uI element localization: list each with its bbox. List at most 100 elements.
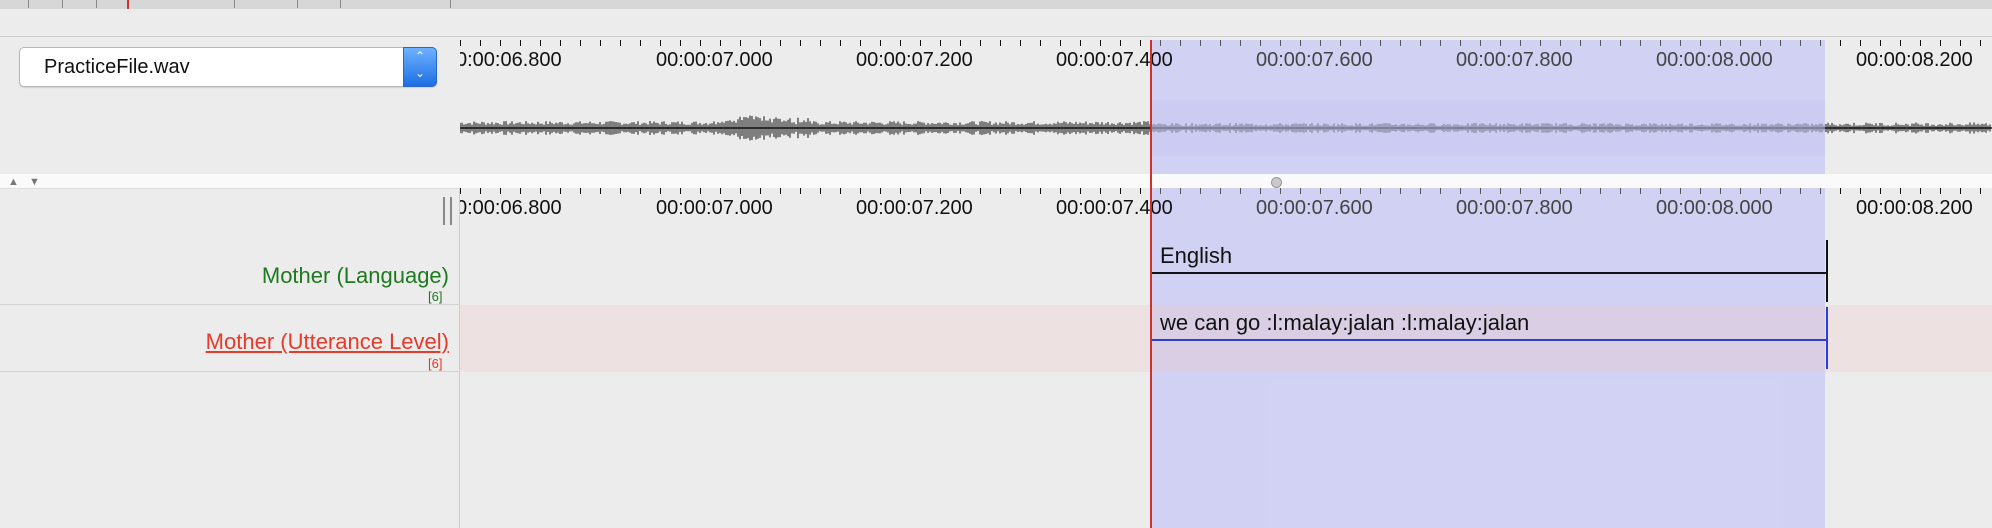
ruler-tick: [820, 40, 821, 46]
strip-separator: [340, 0, 341, 8]
ruler-tick: [840, 40, 841, 46]
ruler-tick: [1320, 40, 1321, 46]
ruler-tick: [660, 188, 661, 194]
ruler-tick-label: 00:00:07.000: [656, 197, 773, 219]
ruler-tick: [1580, 188, 1581, 194]
ruler-tick: [1960, 188, 1961, 194]
collapse-up-icon[interactable]: ▲: [8, 176, 19, 188]
ruler-tick: [1340, 40, 1341, 46]
annotation-language[interactable]: English: [1150, 240, 1828, 302]
ruler-tick: [700, 40, 701, 46]
ruler-tick: [1080, 188, 1081, 194]
ruler-tick: [580, 40, 581, 46]
strip-separator: [450, 0, 451, 8]
ruler-tick: [1860, 188, 1861, 194]
expand-down-icon[interactable]: ▼: [29, 176, 40, 188]
annotation-utterance[interactable]: we can go :l:malay:jalan :l:malay:jalan: [1150, 307, 1828, 369]
tier-label-language[interactable]: Mother (Language): [262, 263, 449, 289]
ruler-tick-label: 00:00:08.200: [1856, 197, 1973, 219]
ruler-tick: [1480, 188, 1481, 194]
ruler-tick: [1680, 40, 1681, 46]
ruler-tick: [1780, 188, 1781, 194]
tier-count-utterance: [6]: [428, 356, 443, 371]
strip-separator: [96, 0, 97, 8]
annotation-language-text: English: [1160, 243, 1233, 268]
ruler-tick: [1800, 188, 1801, 194]
ruler-tick: [580, 188, 581, 194]
ruler-tick: [880, 188, 881, 194]
ruler-tick: [1280, 188, 1281, 194]
annotation-end-boundary[interactable]: [1826, 240, 1828, 302]
timeline-ruler-top[interactable]: 0:00:06.800 00:00:07.000 00:00:07.200 00:00…: [460, 40, 1992, 80]
ruler-tick: [1760, 40, 1761, 46]
ruler-tick: [1240, 188, 1241, 194]
ruler-tick: [1940, 40, 1941, 46]
ruler-tick: [920, 188, 921, 194]
select-stepper-icon[interactable]: ⌃ ⌄: [403, 47, 437, 87]
ruler-tick: [1520, 40, 1521, 46]
strip-separator: [297, 0, 298, 8]
column-resize-handle[interactable]: [443, 197, 452, 225]
ruler-tick: [1140, 188, 1141, 194]
ruler-tick: [780, 40, 781, 46]
ruler-tick: [1160, 188, 1161, 194]
ruler-tick: [700, 188, 701, 194]
ruler-tick: [1660, 188, 1661, 194]
ruler-tick: [500, 40, 501, 46]
ruler-tick-label: 00:00:07.000: [656, 49, 773, 71]
ruler-tick: [1820, 40, 1821, 46]
ruler-tick: [1420, 40, 1421, 46]
ruler-tick: [1400, 188, 1401, 194]
media-file-select[interactable]: PracticeFile.wav ⌃ ⌄: [19, 47, 437, 87]
ruler-tick: [1620, 40, 1621, 46]
ruler-tick: [1880, 188, 1881, 194]
ruler-tick: [1200, 40, 1201, 46]
ruler-tick: [980, 188, 981, 194]
annotation-end-boundary[interactable]: [1826, 307, 1828, 369]
playback-cursor[interactable]: [1150, 40, 1152, 528]
ruler-tick: [940, 188, 941, 194]
ruler-tick-label: 00:00:07.600: [1256, 197, 1373, 219]
ruler-tick: [1840, 188, 1841, 194]
tier-separator: [0, 371, 460, 372]
ruler-tick: [480, 188, 481, 194]
ruler-tick: [1500, 188, 1501, 194]
ruler-tick: [1580, 40, 1581, 46]
ruler-tick-label: 00:00:07.200: [856, 49, 973, 71]
ruler-tick: [1040, 40, 1041, 46]
tier-label-utterance[interactable]: Mother (Utterance Level): [206, 329, 449, 355]
ruler-tick-label: 00:00:07.400: [1056, 49, 1173, 71]
annotation-underline: [1150, 272, 1828, 274]
ruler-tick: [980, 40, 981, 46]
ruler-tick: [720, 40, 721, 46]
strip-separator: [62, 0, 63, 8]
ruler-tick: [1840, 40, 1841, 46]
ruler-tick: [1020, 40, 1021, 46]
ruler-tick-label: 00:00:08.000: [1656, 197, 1773, 219]
ruler-tick: [860, 188, 861, 194]
ruler-tick: [1720, 40, 1721, 46]
ruler-tick: [540, 40, 541, 46]
ruler-tick: [1540, 40, 1541, 46]
ruler-tick: [1120, 40, 1121, 46]
timeline-ruler-bottom[interactable]: 0:00:06.800 00:00:07.000 00:00:07.200 00:00…: [460, 188, 1992, 228]
ruler-tick: [860, 40, 861, 46]
ruler-tick: [800, 40, 801, 46]
splitter-handle-icon[interactable]: [1271, 177, 1282, 188]
ruler-tick: [620, 188, 621, 194]
panel-divider[interactable]: [0, 174, 460, 189]
ruler-tick: [640, 188, 641, 194]
ruler-tick: [1360, 40, 1361, 46]
waveform-selection-overlay: [1150, 100, 1825, 156]
ruler-tick: [560, 40, 561, 46]
ruler-tick: [1260, 188, 1261, 194]
ruler-tick: [460, 188, 461, 194]
ruler-tick: [1700, 188, 1701, 194]
ruler-tick: [500, 188, 501, 194]
ruler-tick: [1020, 188, 1021, 194]
ruler-tick-label: 00:00:07.200: [856, 197, 973, 219]
ruler-tick: [540, 188, 541, 194]
ruler-tick: [600, 188, 601, 194]
ruler-tick: [1800, 40, 1801, 46]
audio-waveform[interactable]: [460, 100, 1992, 156]
